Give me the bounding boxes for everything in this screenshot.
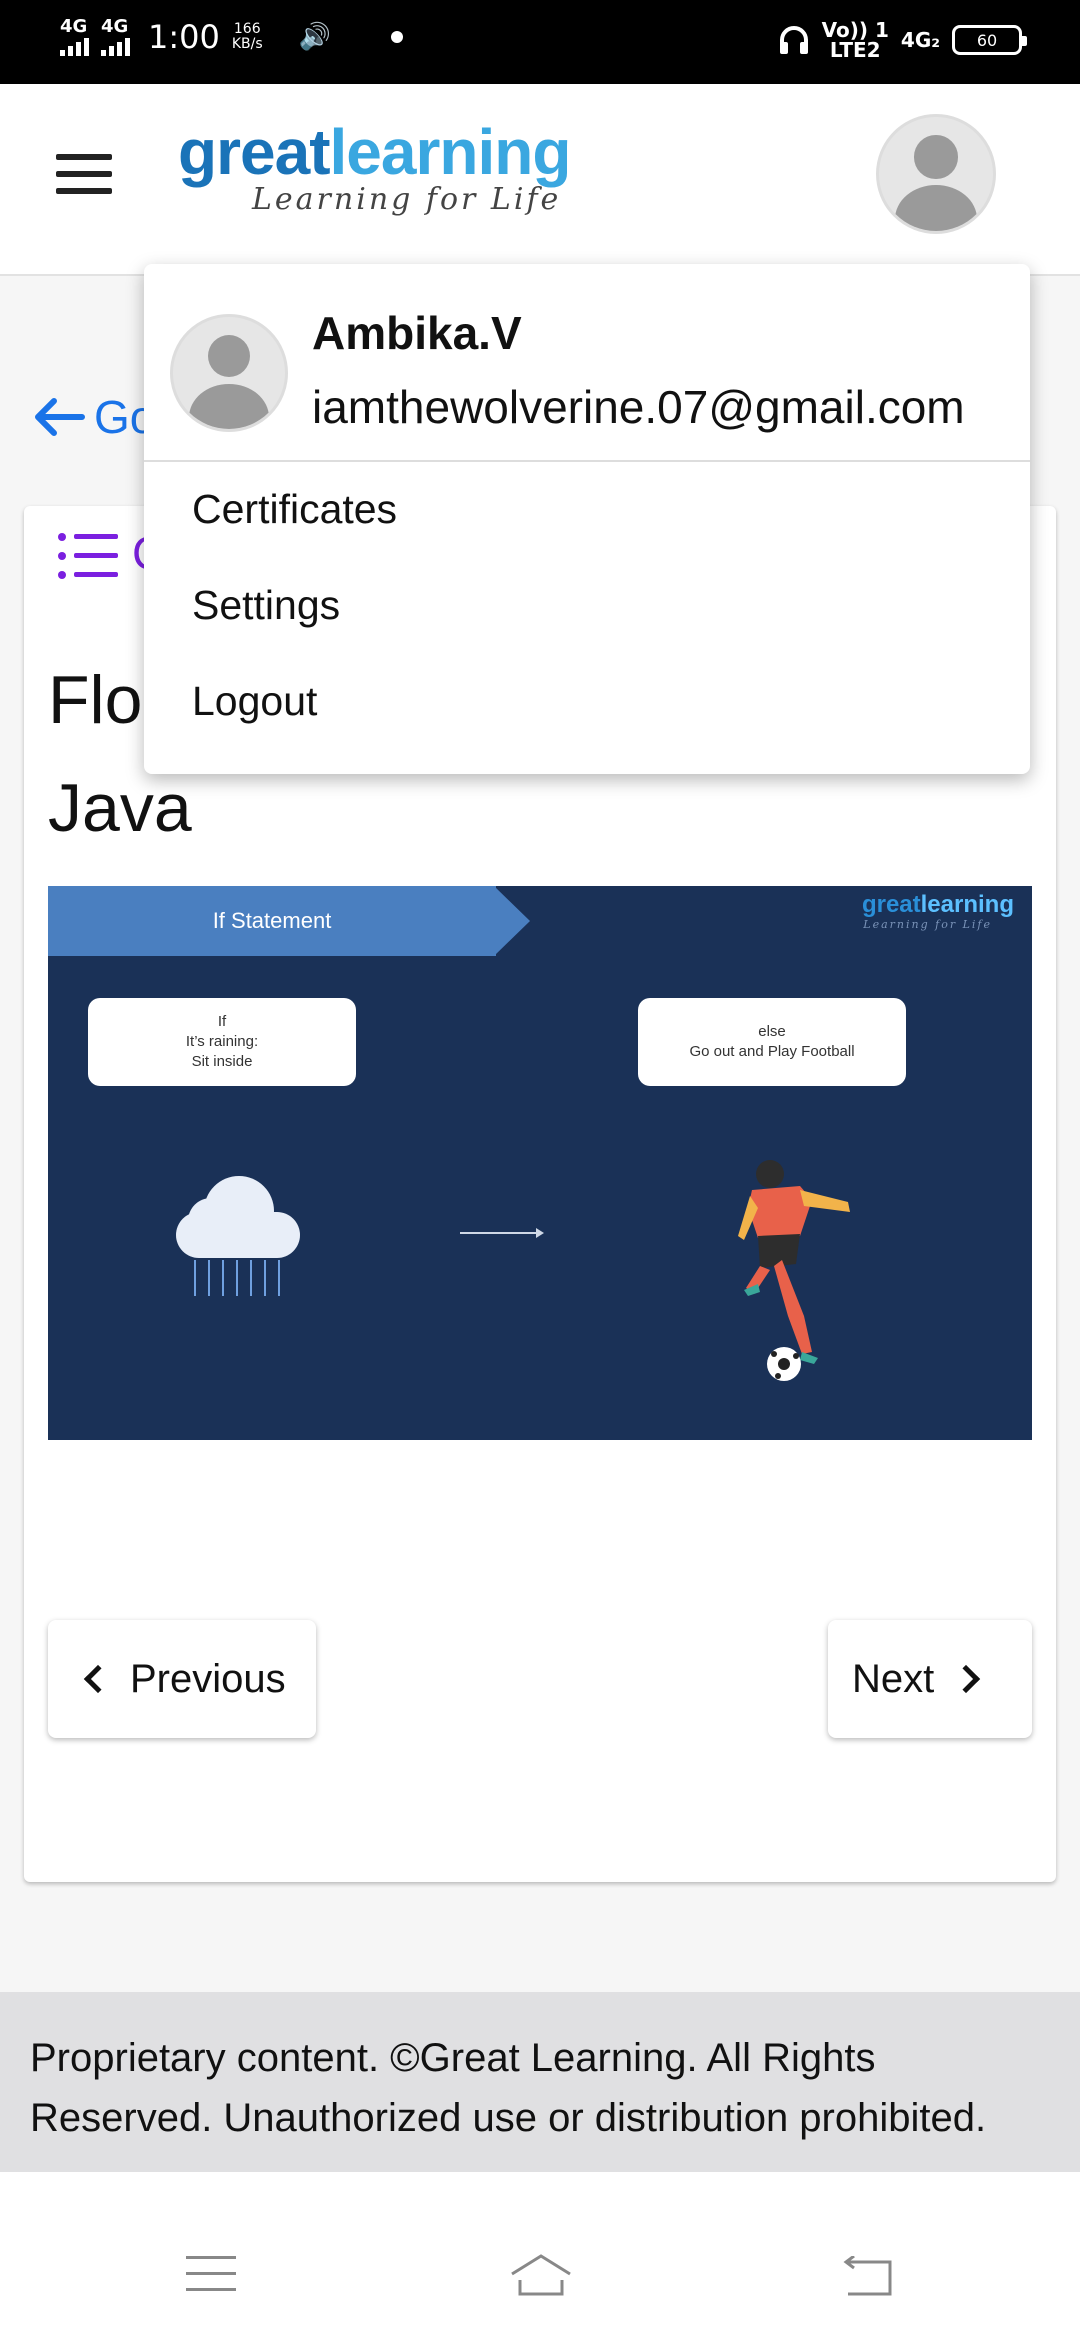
dropdown-avatar <box>170 314 288 432</box>
signal-2: 4G <box>101 18 130 56</box>
network-speed-unit: KB/s <box>231 36 263 52</box>
slide-banner-tip <box>494 886 530 956</box>
previous-button-label: Previous <box>130 1656 286 1701</box>
app-header: greatlearning Learning for Life <box>0 84 1080 276</box>
if-line-2: It’s raining: <box>185 1033 259 1050</box>
logo-wordmark: greatlearning <box>178 120 571 184</box>
next-button-label: Next <box>852 1656 935 1701</box>
if-line-1: If <box>217 1013 227 1030</box>
lesson-slide[interactable]: If Statement greatlearning Learning for … <box>48 886 1032 1440</box>
previous-button[interactable]: Previous <box>48 1620 316 1738</box>
system-navigation-bar <box>0 2172 1080 2340</box>
profile-dropdown-menu: Ambika.V iamthewolverine.07@gmail.com Ce… <box>144 264 1030 774</box>
network-type-3: 4G₂ <box>900 28 940 52</box>
slide-logo: greatlearning Learning for Life <box>861 891 1014 932</box>
if-line-3: Sit inside <box>191 1053 253 1070</box>
notification-dot-icon <box>391 31 404 43</box>
user-email: iamthewolverine.07@gmail.com <box>312 381 965 433</box>
if-condition-box: If It’s raining: Sit inside <box>88 998 356 1086</box>
home-icon[interactable] <box>508 2250 574 2298</box>
network-speed-value: 166 <box>233 21 261 37</box>
network-type-1: 4G <box>60 16 88 37</box>
else-line-1: else <box>758 1023 786 1040</box>
battery-level: 60 <box>976 30 998 50</box>
volte-label: Vo)) 1 <box>821 18 889 42</box>
slide-logo-tagline: Learning for Life <box>863 918 992 931</box>
logo-tagline: Learning for Life <box>252 182 562 217</box>
menu-item-certificates[interactable]: Certificates <box>192 486 397 533</box>
signal-1: 4G <box>60 18 89 56</box>
battery-icon: 60 <box>952 25 1027 55</box>
logo-part-learning: learning <box>329 116 572 188</box>
else-line-2: Go out and Play Football <box>689 1043 855 1060</box>
logo-part-great: great <box>178 116 330 188</box>
network-speed: 166 KB/s <box>232 22 263 52</box>
arrow-left-icon <box>35 398 85 436</box>
headphones-icon <box>779 26 808 54</box>
user-avatar-icon <box>173 317 285 429</box>
next-button[interactable]: Next <box>828 1620 1032 1738</box>
clock: 1:00 <box>148 18 220 56</box>
chevron-left-icon <box>83 1664 113 1694</box>
great-learning-logo[interactable]: greatlearning Learning for Life <box>178 120 571 217</box>
copyright-text: Proprietary content. ©Great Learning. Al… <box>30 2036 987 2140</box>
signal-bars-icon <box>101 38 130 56</box>
list-icon[interactable] <box>58 532 118 580</box>
dropdown-divider <box>144 460 1030 462</box>
rain-cloud-icon <box>176 1176 300 1306</box>
menu-item-settings[interactable]: Settings <box>192 582 340 629</box>
network-type-2: 4G <box>101 16 129 37</box>
football-player-icon <box>738 1160 850 1381</box>
copyright-footer: Proprietary content. ©Great Learning. Al… <box>0 1992 1080 2172</box>
lte-label: LTE2 <box>829 38 881 62</box>
arrow-right-icon <box>460 1228 544 1238</box>
chevron-right-icon <box>952 1664 981 1694</box>
slide-banner-title: If Statement <box>212 908 332 933</box>
user-name: Ambika.V <box>312 307 522 359</box>
hamburger-menu-icon[interactable] <box>56 154 112 194</box>
profile-avatar-button[interactable] <box>876 114 996 234</box>
volte-indicator: Vo)) 1 LTE2 <box>822 20 889 60</box>
user-avatar-icon <box>879 117 993 231</box>
signal-bars-icon <box>60 38 89 56</box>
else-condition-box: else Go out and Play Football <box>638 998 906 1086</box>
slide-logo-part-great: great <box>861 891 921 918</box>
recent-apps-icon[interactable] <box>186 2256 236 2296</box>
back-link[interactable]: Go <box>30 390 155 444</box>
back-icon[interactable] <box>842 2256 896 2298</box>
menu-item-logout[interactable]: Logout <box>192 678 317 725</box>
slide-logo-part-learning: learning <box>920 891 1014 918</box>
status-bar: 4G 4G 1:00 166 KB/s 🔊 Vo)) 1 LTE2 4G₂ 60 <box>0 0 1080 84</box>
volume-icon: 🔊 <box>298 22 332 52</box>
